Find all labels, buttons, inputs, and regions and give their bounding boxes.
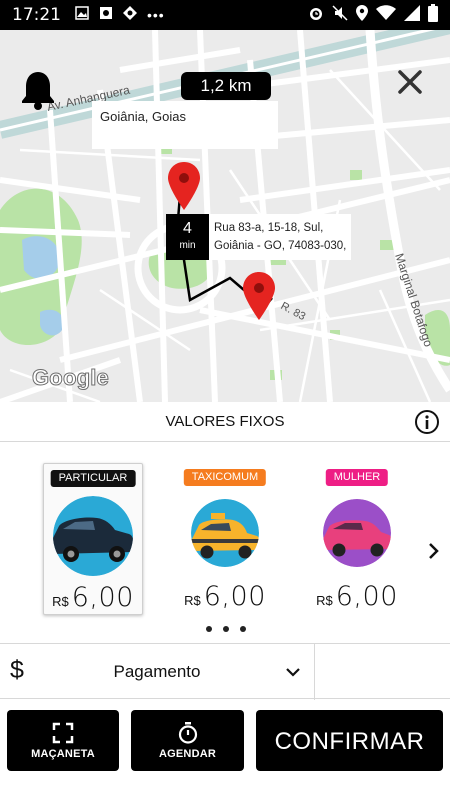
expand-frame-icon — [52, 722, 74, 744]
agendar-label: AGENDAR — [158, 748, 216, 760]
mute-icon — [332, 4, 348, 26]
chevron-right-icon[interactable] — [425, 541, 443, 561]
macaneta-label: MAÇANETA — [31, 748, 95, 760]
vehicle-tag: TAXICOMUM — [183, 469, 267, 486]
fixed-values-header: VALORES FIXOS — [0, 402, 450, 442]
price-value: 6,00 — [71, 582, 134, 613]
pagination-dot — [223, 626, 229, 632]
image-icon — [75, 5, 89, 25]
vehicle-price: R$ 6,00 — [44, 582, 142, 613]
photo-icon — [99, 6, 113, 25]
vehicle-tag: PARTICULAR — [50, 470, 136, 487]
signal-icon — [404, 4, 420, 26]
women-car-icon — [323, 499, 391, 567]
status-bar: 17:21 ••• — [0, 0, 450, 30]
price-value: 6,00 — [203, 581, 266, 612]
battery-icon — [428, 3, 438, 27]
price-value: 6,00 — [335, 581, 398, 612]
pagination-dot — [240, 626, 246, 632]
app-screen: 17:21 ••• Av. Anhanguera Marginal Botafo… — [0, 0, 450, 800]
agendar-button[interactable]: AGENDAR — [131, 710, 244, 771]
payment-row[interactable]: $ Pagamento — [0, 643, 450, 700]
timer-icon — [177, 722, 199, 744]
location-icon — [356, 4, 368, 26]
more-dots-icon: ••• — [147, 7, 165, 23]
eta-unit: min — [179, 240, 196, 251]
payment-label: Pagamento — [113, 662, 201, 681]
status-right — [308, 3, 438, 27]
eta-box: 4 min — [166, 214, 209, 260]
city-label: Goiânia, Goias — [92, 101, 278, 149]
carousel-pagination — [206, 626, 246, 634]
address-line-1: Rua 83-a, 15-18, Sul, — [214, 222, 324, 234]
status-time: 17:21 — [12, 5, 61, 25]
vehicle-tag: MULHER — [325, 469, 389, 486]
taxi-car-icon — [191, 499, 259, 567]
chevron-down-icon[interactable] — [285, 665, 301, 677]
macaneta-button[interactable]: MAÇANETA — [7, 710, 119, 771]
payment-divider — [314, 644, 315, 700]
vehicle-card-particular[interactable]: PARTICULAR R$ 6,00 — [43, 463, 143, 615]
alarm-icon — [308, 5, 324, 26]
address-box: Rua 83-a, 15-18, Sul, Goiânia - GO, 7408… — [209, 214, 351, 260]
notification-bell-icon[interactable] — [20, 70, 56, 110]
confirm-label: CONFIRMAR — [274, 728, 425, 755]
close-icon[interactable] — [396, 68, 424, 96]
eta-value: 4 — [183, 220, 192, 237]
google-logo: Google — [32, 365, 110, 391]
currency-symbol: R$ — [184, 593, 201, 608]
vehicle-card-mulher[interactable]: MULHER R$ 6,00 — [307, 463, 407, 615]
vehicle-price: R$ 6,00 — [307, 581, 407, 612]
info-icon[interactable] — [414, 409, 440, 435]
distance-badge: 1,2 km — [181, 72, 271, 100]
fixed-values-title: VALORES FIXOS — [165, 413, 285, 430]
address-line-2: Goiânia - GO, 74083-030, — [214, 240, 347, 252]
confirm-button[interactable]: CONFIRMAR — [256, 710, 443, 771]
pagination-dot — [206, 626, 212, 632]
vehicle-carousel[interactable]: PARTICULAR R$ 6,00 TAXICOMUM R$ 6,00 MULHE… — [0, 443, 450, 643]
vehicle-card-taxicomum[interactable]: TAXICOMUM R$ 6,00 — [175, 463, 275, 615]
location-app-icon — [123, 5, 137, 25]
currency-symbol: R$ — [52, 594, 69, 609]
map-view[interactable]: Av. Anhanguera Marginal Botafogo R. 83 1… — [0, 30, 450, 402]
particular-car-icon — [53, 496, 133, 576]
wifi-icon — [376, 4, 396, 26]
currency-symbol: R$ — [316, 593, 333, 608]
vehicle-price: R$ 6,00 — [175, 581, 275, 612]
